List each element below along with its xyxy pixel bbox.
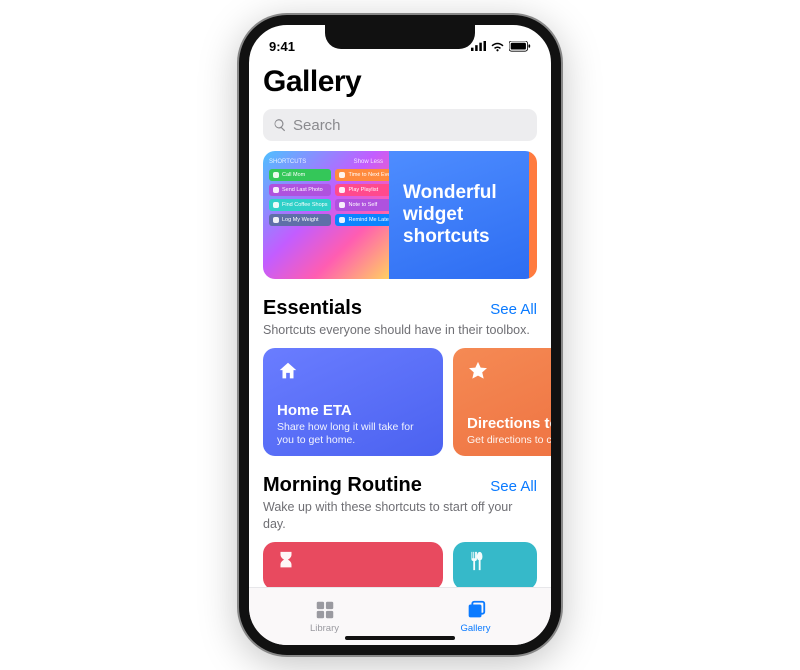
cards-icon [465,599,487,621]
section-subtitle: Wake up with these shortcuts to start of… [263,499,537,532]
card-morning-2[interactable] [453,542,537,587]
home-indicator[interactable] [345,636,455,640]
search-placeholder: Search [293,117,341,134]
device-notch [325,25,475,49]
status-indicators [471,41,531,52]
card-home-eta[interactable]: Home ETA Share how long it will take for… [263,348,443,456]
phone-frame: 9:41 Gallery Search SHO [239,15,561,655]
card-title: Home ETA [277,402,429,419]
tab-label: Library [310,623,339,634]
status-time: 9:41 [269,39,295,54]
section-morning-routine: Morning Routine See All Wake up with the… [263,474,537,587]
scroll-area[interactable]: Gallery Search SHORTCUTS Show Less Call … [249,59,551,587]
hero-preview-header-right: Show Less [354,159,383,165]
hero-preview-header: SHORTCUTS [269,159,306,165]
card-directions-event[interactable]: Directions to Event Get directions to ca… [453,348,551,456]
card-desc: Get directions to calendar event. [467,434,551,447]
hero-next-peek[interactable] [529,151,537,279]
widget-chip: Log My Weight [269,214,331,226]
section-title: Essentials [263,297,362,320]
section-subtitle: Shortcuts everyone should have in their … [263,322,537,338]
utensils-icon [465,550,487,572]
card-title: Directions to Event [467,415,551,432]
essentials-cards[interactable]: Home ETA Share how long it will take for… [263,348,537,456]
hourglass-icon [275,550,297,572]
hero-widget-preview: SHORTCUTS Show Less Call Mom Send Last P… [263,151,389,279]
search-icon [273,118,287,132]
widget-chip: Call Mom [269,169,331,181]
section-essentials: Essentials See All Shortcuts everyone sh… [263,297,537,456]
see-all-link[interactable]: See All [490,301,537,318]
battery-icon [509,41,531,52]
card-desc: Share how long it will take for you to g… [277,421,429,446]
wifi-icon [490,41,505,52]
hero-title-panel: Wonderful widget shortcuts [389,151,529,279]
hero-banner[interactable]: SHORTCUTS Show Less Call Mom Send Last P… [263,151,537,279]
card-morning-1[interactable] [263,542,443,587]
home-icon [277,360,299,382]
screen: Gallery Search SHORTCUTS Show Less Call … [249,59,551,645]
cellular-icon [471,41,486,51]
widget-chip: Find Coffee Shops [269,199,331,211]
grid-icon [314,599,336,621]
section-title: Morning Routine [263,474,422,497]
star-icon [467,360,489,382]
search-input[interactable]: Search [263,109,537,141]
hero-title: Wonderful widget shortcuts [403,182,515,248]
tab-label: Gallery [460,623,490,634]
widget-chip: Send Last Photo [269,184,331,196]
morning-routine-cards[interactable] [263,542,537,587]
page-title: Gallery [263,65,537,99]
see-all-link[interactable]: See All [490,478,537,495]
